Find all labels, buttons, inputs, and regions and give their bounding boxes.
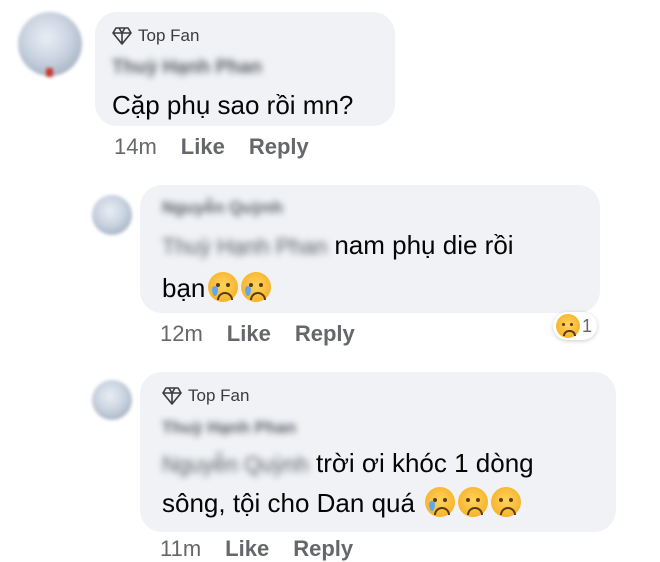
sad-emoji xyxy=(491,487,522,517)
diamond-icon xyxy=(112,27,132,45)
avatar[interactable] xyxy=(92,380,132,420)
comment-time[interactable]: 12m xyxy=(160,321,203,347)
comment-author[interactable]: Nguyễn Quỳnh xyxy=(162,198,283,218)
comment-time[interactable]: 14m xyxy=(114,134,157,160)
comment-author[interactable]: Thuỳ Hạnh Phan xyxy=(112,57,262,79)
comment-text: bạn xyxy=(162,273,206,303)
like-button[interactable]: Like xyxy=(225,536,269,562)
mentioned-user[interactable]: Thuỳ Hạnh Phan xyxy=(162,234,327,259)
comment-text: sông, tội cho Dan quá xyxy=(162,488,423,518)
badge-label: Top Fan xyxy=(138,26,200,45)
reply-button[interactable]: Reply xyxy=(249,134,309,160)
comment-text: trời ơi khóc 1 dòng xyxy=(308,448,534,478)
reaction-badge[interactable]: 1 xyxy=(553,312,598,340)
mentioned-user[interactable]: Nguyễn Quỳnh xyxy=(162,452,309,477)
comment-text-line: Nguyễn Quỳnh trời ơi khóc 1 dòng xyxy=(162,448,534,479)
comment-text-line: Thuỳ Hạnh Phan nam phụ die rồi xyxy=(162,230,514,261)
avatar[interactable] xyxy=(92,195,132,235)
sad-tear-emoji xyxy=(425,487,456,517)
reaction-count: 1 xyxy=(582,315,593,336)
sad-emoji xyxy=(458,487,489,517)
sad-tear-emoji xyxy=(208,272,239,302)
like-button[interactable]: Like xyxy=(227,321,271,347)
top-fan-badge: Top Fan xyxy=(112,26,199,46)
badge-label: Top Fan xyxy=(188,386,250,405)
comment-text-line: bạn xyxy=(162,272,272,304)
comment-time[interactable]: 11m xyxy=(160,536,201,562)
comment-author[interactable]: Thuỳ Hạnh Phan xyxy=(162,418,296,438)
comment-text: nam phụ die rồi xyxy=(327,230,514,260)
comment-actions: 11m Like Reply xyxy=(160,536,353,562)
comment-actions: 14m Like Reply xyxy=(114,134,309,160)
reply-button[interactable]: Reply xyxy=(293,536,353,562)
sad-tear-emoji xyxy=(241,272,272,302)
diamond-icon xyxy=(162,387,182,405)
avatar[interactable] xyxy=(18,12,82,77)
comment-text-line: sông, tội cho Dan quá xyxy=(162,487,522,519)
sad-emoji xyxy=(556,314,580,338)
like-button[interactable]: Like xyxy=(181,134,225,160)
comment-text: Cặp phụ sao rồi mn? xyxy=(112,90,354,120)
reply-button[interactable]: Reply xyxy=(295,321,355,347)
comment-actions: 12m Like Reply xyxy=(160,321,355,347)
top-fan-badge: Top Fan xyxy=(162,386,249,406)
